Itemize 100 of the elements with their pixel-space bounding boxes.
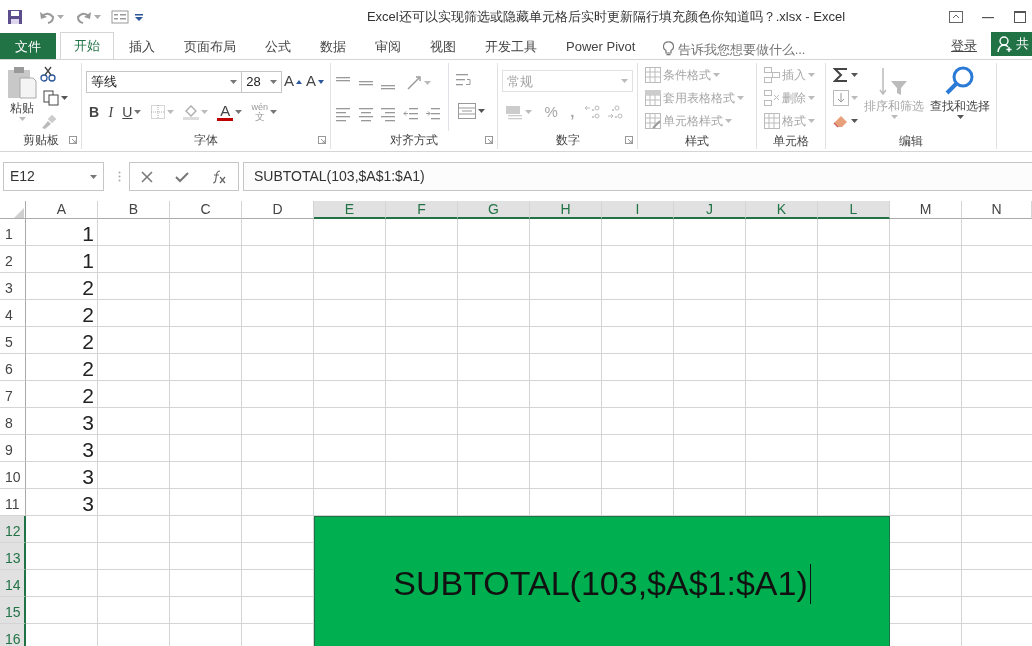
font-name-field[interactable]: 等线 (86, 70, 243, 93)
ribbon-tab[interactable]: Power Pivot (552, 33, 650, 59)
file-tab[interactable]: 文件 (0, 33, 56, 59)
caret-icon (956, 115, 964, 119)
group-label: 对齐方式 (390, 132, 438, 149)
column-header[interactable]: F (386, 201, 458, 219)
text-cursor (809, 563, 811, 604)
ribbon-display-icon[interactable] (948, 11, 963, 23)
row-header[interactable]: 13 (0, 543, 26, 570)
caret-icon (808, 95, 815, 100)
caret-icon (200, 110, 208, 115)
up-arrow-icon (296, 79, 302, 84)
caret-icon (235, 110, 243, 115)
share-button[interactable]: 共 (991, 31, 1032, 56)
find-select-button[interactable]: 查找和选择 (927, 63, 993, 132)
column-header[interactable]: L (818, 201, 890, 219)
font-size-field[interactable]: 28 (242, 70, 282, 93)
row-header[interactable]: 12 (0, 516, 26, 543)
enter-icon[interactable] (175, 170, 189, 183)
column-header[interactable]: J (674, 201, 746, 219)
conditional-format-icon (645, 66, 661, 83)
scissors-icon[interactable] (40, 65, 56, 82)
table-cell-text: 2 (81, 329, 95, 354)
underline-button[interactable]: U (119, 100, 145, 124)
dialog-launcher-icon[interactable] (69, 136, 77, 144)
ribbon-tab[interactable]: 开始 (60, 32, 114, 59)
column-header[interactable]: I (602, 201, 674, 219)
column-header[interactable]: H (530, 201, 602, 219)
lightbulb-icon (663, 41, 675, 58)
table-cell-text: 3 (81, 410, 95, 435)
sigma-icon (833, 66, 849, 83)
ribbon-tab[interactable]: 视图 (416, 33, 470, 59)
currency-icon (505, 104, 523, 121)
group-label: 单元格 (773, 133, 809, 150)
sort-filter-icon (879, 65, 909, 97)
caret-icon (61, 96, 68, 100)
caret-icon (525, 110, 532, 115)
ribbon-tab[interactable]: 数据 (306, 33, 360, 59)
formula-field[interactable]: SUBTOTAL(103,$A$1:$A1) (243, 162, 1032, 191)
decrease-decimal-icon[interactable] (606, 104, 623, 121)
editing-cell[interactable]: SUBTOTAL(103,$A$1:$A1) (314, 516, 890, 646)
align-left-icon[interactable] (335, 106, 351, 123)
sign-in-link[interactable]: 登录 (951, 36, 977, 59)
align-center-icon[interactable] (357, 106, 374, 123)
increase-decimal-icon[interactable] (584, 104, 600, 121)
clipboard-icon (7, 65, 37, 99)
italic-button[interactable]: I (105, 100, 117, 124)
group-label: 字体 (194, 132, 218, 149)
paste-button[interactable]: 粘贴 (4, 63, 40, 131)
orientation-icon (405, 75, 422, 92)
column-header[interactable]: C (170, 201, 242, 219)
tell-me-field[interactable]: 告诉我您想要做什么... (677, 39, 808, 59)
maximize-icon[interactable] (1013, 11, 1026, 23)
bold-button[interactable]: B (86, 100, 103, 124)
ribbon-tab[interactable]: 公式 (251, 33, 305, 59)
customize-icon[interactable] (135, 13, 143, 21)
delete-cells-icon (764, 89, 780, 106)
column-header[interactable]: B (98, 201, 170, 219)
column-header[interactable]: K (746, 201, 818, 219)
cancel-icon[interactable] (141, 170, 153, 183)
column-header[interactable]: A (26, 201, 98, 219)
column-header[interactable]: E (314, 201, 386, 219)
group-label: 样式 (685, 133, 709, 150)
ribbon-tab[interactable]: 页面布局 (170, 33, 250, 59)
row-header[interactable]: 16 (0, 624, 26, 646)
font-color-button[interactable]: A (214, 100, 246, 124)
grow-font-button[interactable]: A (281, 70, 304, 94)
caret-icon (478, 108, 485, 113)
undo-icon (38, 10, 55, 24)
ribbon-tab[interactable]: 开发工具 (471, 33, 551, 59)
format-painter-icon[interactable] (40, 114, 56, 129)
row-header[interactable]: 14 (0, 570, 26, 597)
column-header[interactable]: G (458, 201, 530, 219)
ribbon-tab[interactable]: 插入 (115, 33, 169, 59)
caret-icon (94, 15, 101, 19)
drag-handle-icon[interactable] (118, 171, 121, 182)
caret-icon (269, 79, 277, 84)
caret-icon (808, 72, 815, 77)
shrink-font-button[interactable]: A (304, 70, 326, 94)
caret-icon (423, 81, 431, 86)
dialog-launcher-icon[interactable] (625, 136, 633, 144)
caret-icon (56, 15, 64, 19)
column-header[interactable]: N (962, 201, 1032, 219)
name-box[interactable]: E12 (3, 162, 104, 191)
insert-cells-icon (764, 66, 780, 83)
column-header[interactable]: D (242, 201, 314, 219)
align-right-icon[interactable] (380, 106, 396, 123)
select-all-icon[interactable] (14, 207, 24, 218)
form-icon[interactable] (110, 10, 129, 24)
row-header[interactable]: 15 (0, 597, 26, 624)
dialog-launcher-icon[interactable] (318, 136, 326, 144)
caret-icon (90, 174, 97, 179)
insert-function-icon[interactable] (211, 169, 227, 184)
column-header[interactable]: M (890, 201, 962, 219)
save-icon[interactable] (6, 9, 23, 25)
dialog-launcher-icon[interactable] (485, 136, 493, 144)
table-cell-text: 3 (81, 437, 95, 462)
ribbon-tab[interactable]: 审阅 (361, 33, 415, 59)
wrap-text-icon[interactable] (455, 71, 473, 88)
table-cell-text: 2 (81, 383, 95, 408)
